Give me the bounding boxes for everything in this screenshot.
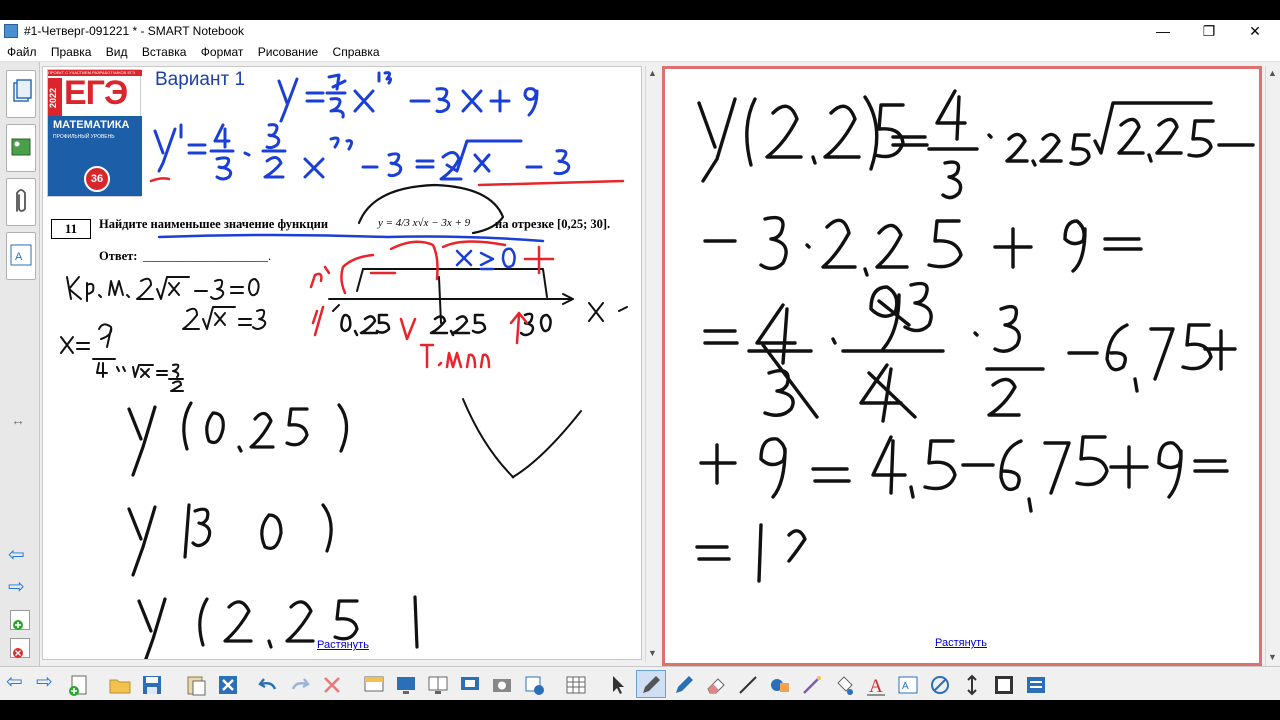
ink-parabola-sketch [462,398,582,478]
screen-shade-icon[interactable] [362,673,386,697]
menu-bar: Файл Правка Вид Вставка Формат Рисование… [0,42,1280,62]
properties-icon[interactable]: A [896,673,920,697]
smart-notebook-window: #1-Четверг-091221 * - SMART Notebook — ❐… [0,20,1280,700]
fill-icon[interactable] [832,673,856,697]
table-icon[interactable] [564,673,588,697]
scroll-up-icon[interactable]: ▲ [1268,68,1277,78]
svg-text:A: A [869,676,883,697]
panel-resize-icon[interactable]: ↔ [11,412,25,428]
page-sorter-tab[interactable] [6,70,36,118]
stretch-link-left[interactable]: Растянуть [317,639,369,651]
sidebar-back-arrow-icon[interactable]: ⇦ [8,542,25,567]
document-camera-icon[interactable] [522,673,546,697]
select-pointer-icon[interactable] [606,673,630,697]
next-page-icon[interactable]: ⇨ [36,669,53,694]
properties-tab[interactable]: A [6,232,36,280]
menu-format[interactable]: Формат [197,42,248,62]
customize-toolbar-icon[interactable] [1024,673,1048,697]
add-page-icon[interactable] [10,610,30,630]
video-player-icon[interactable] [992,673,1016,697]
add-page-toolbar-icon[interactable] [66,673,90,697]
attachments-tab[interactable] [6,178,36,226]
full-screen-icon[interactable] [394,673,418,697]
restore-button[interactable]: ❐ [1186,20,1232,42]
scroll-down-icon[interactable]: ▼ [1268,652,1277,662]
sidebar-forward-arrow-icon[interactable]: ⇨ [8,574,25,599]
ink-line-1 [697,89,1255,200]
svg-text:A: A [902,681,909,692]
paste-icon[interactable] [184,673,208,697]
ink-red-sign-marks [309,240,555,369]
menu-file[interactable]: Файл [3,42,41,62]
text-icon[interactable]: A [864,673,888,697]
close-button[interactable]: ✕ [1232,20,1278,42]
camera-icon[interactable] [490,673,514,697]
shapes-icon[interactable] [768,673,792,697]
bottom-toolbar: ⇦ ⇨ A A [0,666,1280,700]
save-icon[interactable] [140,673,164,697]
ink-line-2 [703,215,1143,277]
svg-text:A: A [15,251,23,263]
previous-page-icon[interactable]: ⇦ [6,669,23,694]
ink-blue-x-geq-0 [455,247,516,271]
menu-insert[interactable]: Вставка [138,42,191,62]
open-folder-icon[interactable] [108,673,132,697]
title-bar: #1-Четверг-091221 * - SMART Notebook — ❐… [0,20,1280,42]
move-toolbar-icon[interactable] [960,673,984,697]
ink-line-4 [699,435,1229,513]
left-page-ink [60,71,628,659]
magic-pen-icon[interactable] [800,673,824,697]
ink-line-5 [695,523,807,583]
redo-icon[interactable] [288,673,312,697]
ink-y-0-25 [127,401,349,477]
capture-icon[interactable] [458,673,482,697]
side-tabs: A ↔ ⇦ ⇨ [0,62,40,666]
creative-pen-icon[interactable] [672,673,696,697]
stretch-link-right[interactable]: Растянуть [935,637,987,649]
right-page-ink [695,89,1255,583]
ink-y-2-25 [137,595,419,659]
delete-page-icon[interactable] [10,638,30,658]
eraser-icon[interactable] [704,673,728,697]
ink-derivative [153,123,571,181]
right-page-scrollbar[interactable]: ▲ ▼ [1265,66,1279,666]
app-icon [4,24,18,38]
ink-task-underline [157,233,545,243]
pen-icon[interactable] [639,673,663,697]
menu-edit[interactable]: Правка [47,42,96,62]
left-notebook-page[interactable]: ПРОЕКТ С УЧАСТИЕМ РАЗРАБОТЧИКОВ ЕГЭ 2022… [42,66,642,660]
gallery-tab[interactable] [6,124,36,172]
line-tool-icon[interactable] [736,673,760,697]
ink-critical-point [60,276,267,392]
measurement-tools-icon[interactable] [928,673,952,697]
scroll-up-icon[interactable]: ▲ [648,68,657,78]
window-title: #1-Четверг-091221 * - SMART Notebook [24,24,245,38]
dual-page-icon[interactable] [426,673,450,697]
delete-icon[interactable] [216,673,240,697]
ink-line-3 [703,281,1237,423]
ink-parabola-vertex [511,475,515,479]
menu-draw[interactable]: Рисование [254,42,322,62]
ink-function-definition [277,71,539,123]
minimize-button[interactable]: — [1140,20,1186,42]
menu-view[interactable]: Вид [102,42,132,62]
right-notebook-page[interactable]: Растянуть [662,66,1262,666]
clear-page-icon[interactable] [320,673,344,697]
undo-icon[interactable] [256,673,280,697]
ink-y-30 [127,503,333,577]
left-page-scrollbar[interactable]: ▲ ▼ [645,66,659,662]
scroll-down-icon[interactable]: ▼ [648,648,657,658]
menu-help[interactable]: Справка [329,42,384,62]
ink-formula-circle [357,183,505,235]
